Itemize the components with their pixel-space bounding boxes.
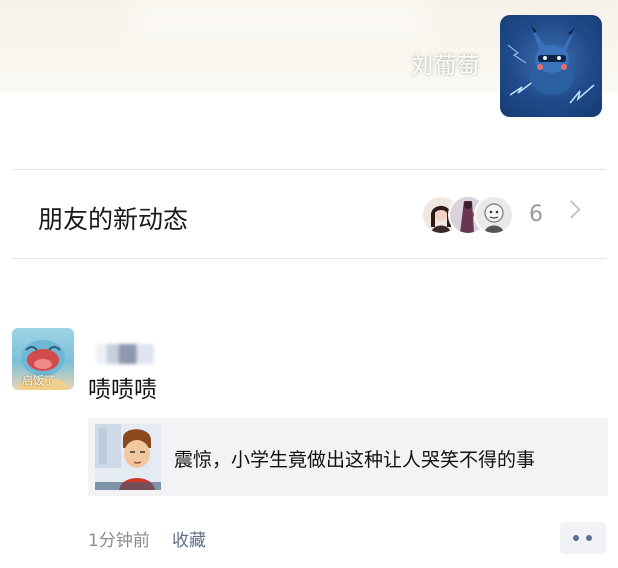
- cartoon-boy-icon: [95, 424, 161, 490]
- more-options-button[interactable]: [560, 522, 606, 554]
- post-author-name-blurred[interactable]: [96, 344, 154, 364]
- avatar-caption: 启饭了: [22, 374, 55, 387]
- friend-avatar-cartoon-icon: [474, 195, 514, 235]
- favorite-link[interactable]: 收藏: [172, 526, 206, 551]
- friends-updates-label: 朋友的新动态: [38, 205, 189, 234]
- profile-nickname: 刘葡萄: [410, 54, 480, 79]
- post-text: 啧啧啧: [88, 377, 157, 403]
- post-timestamp: 1分钟前: [88, 531, 150, 551]
- more-dots-icon: [573, 535, 579, 541]
- more-dots-icon: [586, 535, 592, 541]
- link-thumbnail: [95, 424, 161, 490]
- link-title: 震惊，小学生竟做出这种让人哭笑不得的事: [174, 449, 536, 471]
- profile-avatar[interactable]: [500, 15, 602, 117]
- friends-updates-row[interactable]: 朋友的新动态 6: [0, 170, 618, 258]
- post-author-avatar[interactable]: 启饭了: [12, 328, 74, 390]
- divider: [12, 258, 606, 259]
- friends-updates-count: 6: [529, 202, 543, 227]
- cover-glow: [130, 0, 430, 40]
- shared-link-card[interactable]: 震惊，小学生竟做出这种让人哭笑不得的事: [88, 418, 608, 496]
- pokemon-avatar-icon: [507, 25, 595, 104]
- chevron-right-icon: [562, 200, 581, 219]
